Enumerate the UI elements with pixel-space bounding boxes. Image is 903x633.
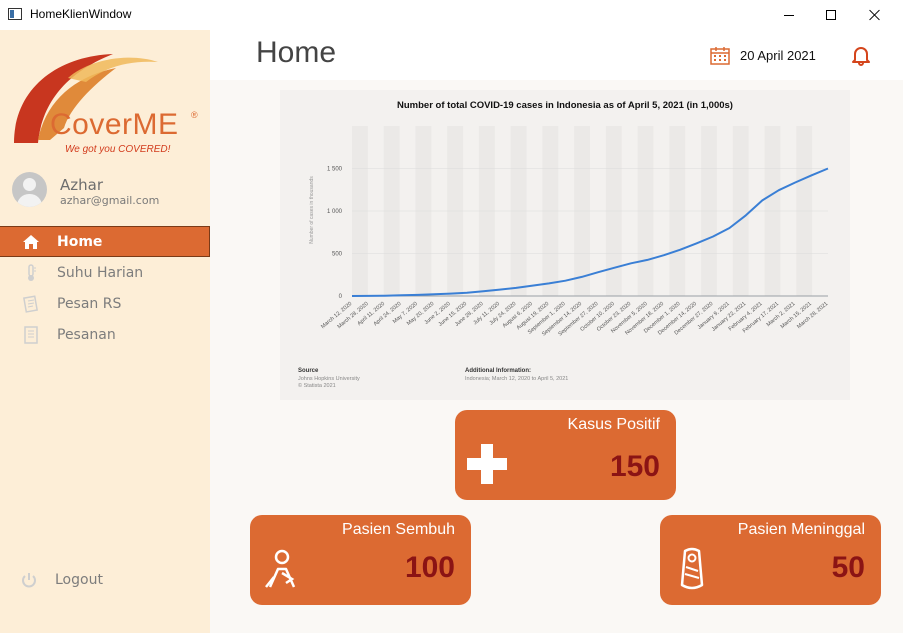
sidebar-item-label: Pesan RS <box>57 295 122 312</box>
stat-value: 100 <box>404 551 455 584</box>
maximize-button[interactable] <box>808 0 854 30</box>
user-name: Azhar <box>60 176 104 194</box>
sidebar-item-pesan-rs[interactable]: Pesan RS <box>0 288 210 319</box>
stat-title: Pasien Meninggal <box>737 521 865 538</box>
stat-title: Pasien Sembuh <box>342 521 455 538</box>
sidebar-item-home[interactable]: Home <box>0 226 210 257</box>
sidebar-item-pesanan[interactable]: Pesanan <box>0 319 210 350</box>
power-icon <box>20 571 38 589</box>
sidebar-item-label: Suhu Harian <box>57 264 144 281</box>
bell-icon[interactable] <box>850 44 872 66</box>
chart-source-line: © Statista 2021 <box>298 382 336 389</box>
close-icon <box>869 9 881 21</box>
sidebar-nav: Home Suhu Harian Pesan RS Pesanan <box>0 226 210 350</box>
brand-tagline: We got you COVERED! <box>65 144 171 155</box>
shrouded-body-icon <box>680 547 704 590</box>
stat-card-kasus-positif: Kasus Positif 150 <box>455 410 676 500</box>
covid-chart: Number of total COVID-19 cases in Indone… <box>280 90 850 400</box>
page-header: Home 20 April 2021 <box>210 30 903 80</box>
stat-value: 150 <box>609 450 660 483</box>
window-titlebar: HomeKlienWindow <box>0 0 903 30</box>
chart-title: Number of total COVID-19 cases in Indone… <box>397 100 733 111</box>
chart-info-text: Indonesia; March 12, 2020 to April 5, 20… <box>465 376 568 382</box>
brand-registered-mark: ® <box>191 110 198 120</box>
chart-source-label: Source <box>298 368 319 374</box>
chart-ylabel: Number of cases in thousands <box>309 176 315 244</box>
chart-info-label: Additional Information: <box>465 368 531 374</box>
chart-y-tick-label: 500 <box>332 252 343 258</box>
chart-x-tick-label: March 28, 2021 <box>796 301 829 330</box>
recovered-person-icon <box>265 549 296 588</box>
stat-card-pasien-meninggal: Pasien Meninggal 50 <box>660 515 881 605</box>
chart-y-tick-label: 0 <box>339 294 343 300</box>
plus-cross-icon <box>467 444 507 484</box>
avatar <box>12 172 47 207</box>
close-button[interactable] <box>852 0 898 30</box>
chart-source-line: Johns Hopkins University <box>298 376 360 382</box>
maximize-icon <box>826 10 836 20</box>
chart-svg: Number of total COVID-19 cases in Indone… <box>298 100 829 389</box>
thermometer-icon <box>22 263 40 282</box>
brand-logo: CoverME ® We got you COVERED! <box>8 48 198 168</box>
user-email: azhar@gmail.com <box>60 194 160 207</box>
user-profile: Azhar azhar@gmail.com <box>12 172 207 212</box>
sidebar-item-label: Home <box>57 233 103 250</box>
app-window-icon <box>8 8 22 20</box>
stat-value: 50 <box>831 551 865 584</box>
chart-y-tick-label: 1 500 <box>327 167 343 173</box>
stat-card-pasien-sembuh: Pasien Sembuh 100 <box>250 515 471 605</box>
brand-name: CoverME <box>50 108 179 141</box>
sidebar-item-suhu-harian[interactable]: Suhu Harian <box>0 257 210 288</box>
calendar-icon[interactable] <box>710 46 730 65</box>
logout-label: Logout <box>55 572 103 588</box>
sidebar-item-label: Pesanan <box>57 326 116 343</box>
hospital-message-icon <box>22 294 40 313</box>
sidebar: CoverME ® We got you COVERED! Azhar azha… <box>0 30 210 633</box>
home-icon <box>22 233 40 251</box>
page-title: Home <box>256 36 337 69</box>
order-list-icon <box>22 325 40 344</box>
chart-y-tick-label: 1 000 <box>327 209 343 215</box>
current-date: 20 April 2021 <box>740 48 816 63</box>
logout-button[interactable]: Logout <box>20 568 200 592</box>
minimize-icon <box>784 14 794 16</box>
minimize-button[interactable] <box>766 0 812 30</box>
main-content: Home 20 April 2021 Number of total COVID… <box>210 30 903 633</box>
window-title: HomeKlienWindow <box>30 7 132 21</box>
stat-title: Kasus Positif <box>567 416 660 433</box>
